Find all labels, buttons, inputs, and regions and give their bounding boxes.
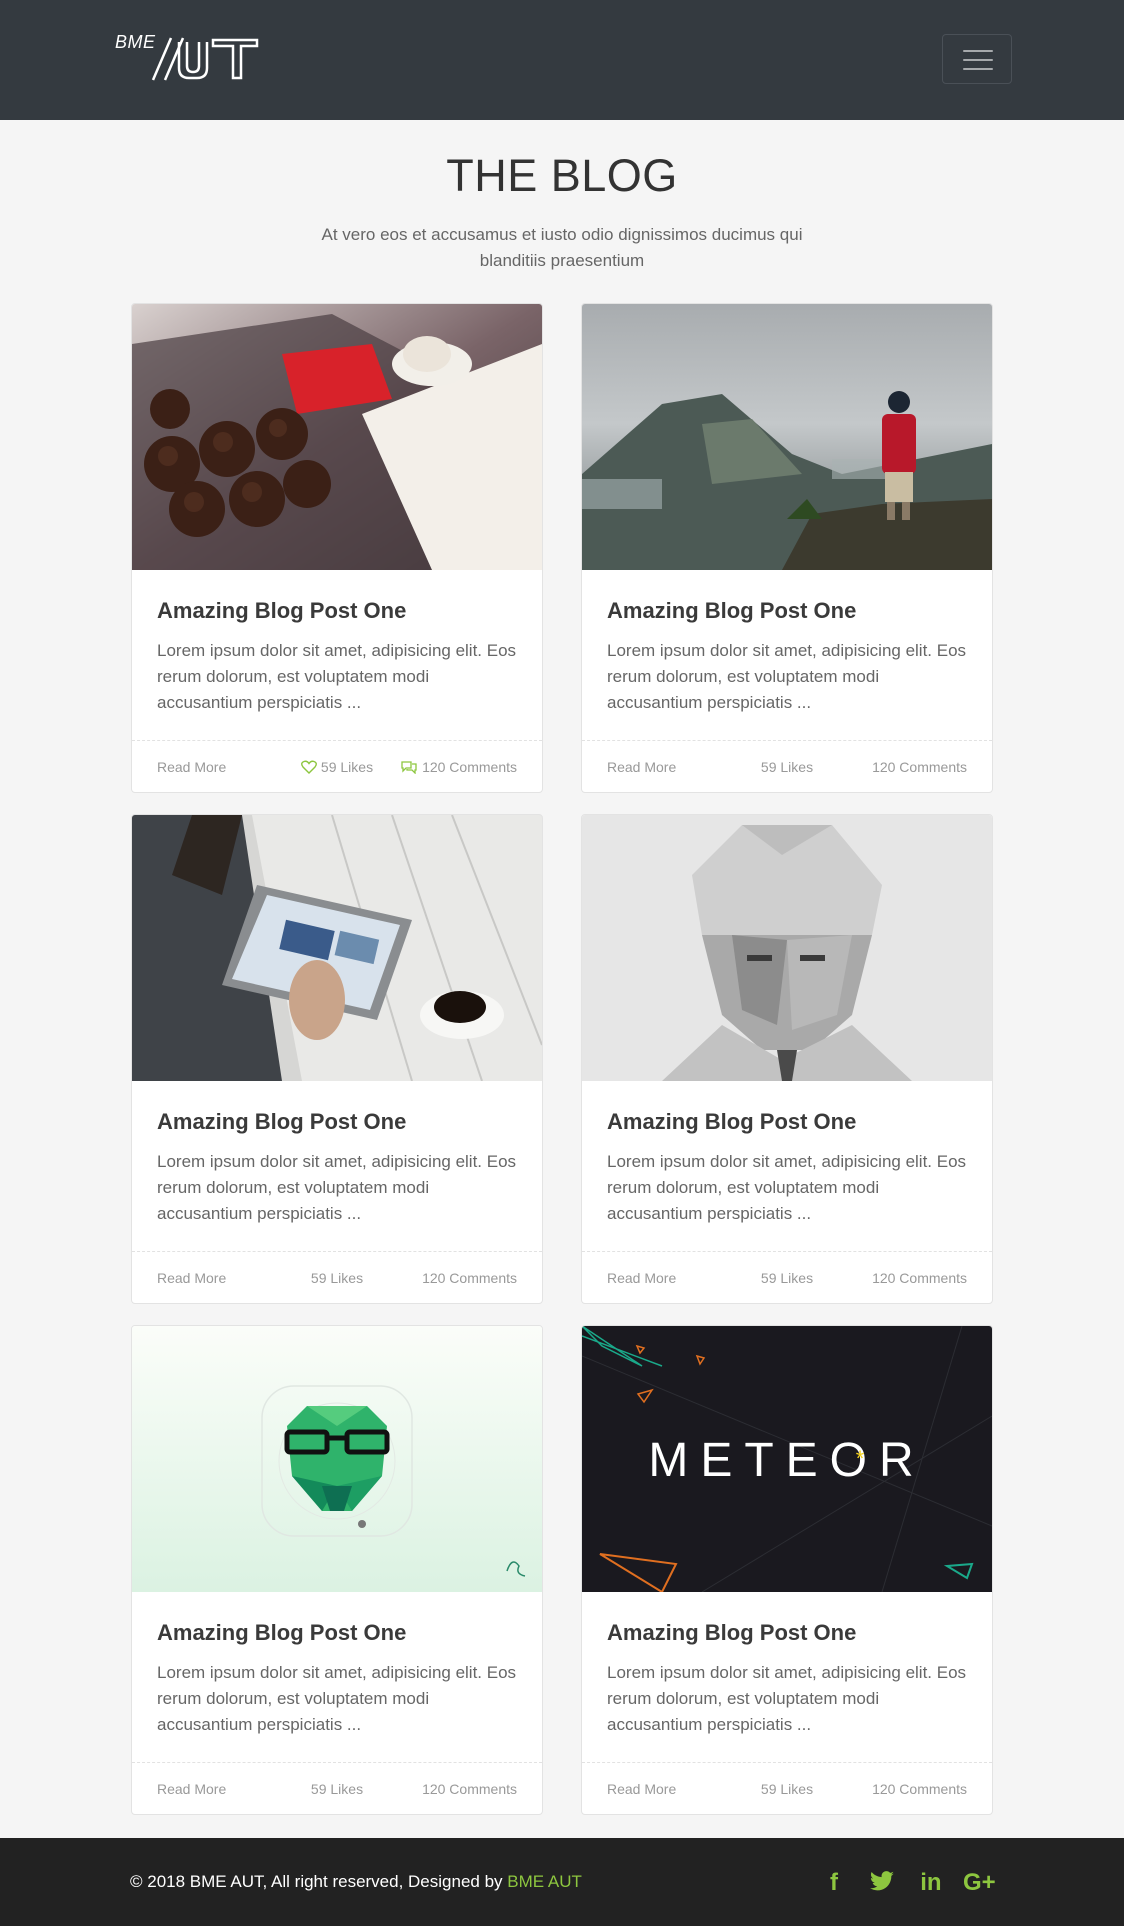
comments-count[interactable]: 120 Comments [872,1781,967,1797]
copyright: © 2018 BME AUT, All right reserved, Desi… [130,1872,582,1892]
heart-icon [300,760,317,774]
blog-card: Amazing Blog Post One Lorem ipsum dolor … [131,303,543,793]
brand-link[interactable]: BME AUT [507,1872,582,1891]
card-footer: Read More 59 Likes 120 Comments [582,740,992,792]
card-title[interactable]: Amazing Blog Post One [607,598,856,624]
comments-icon [401,761,417,774]
comments-count[interactable]: 120 Comments [422,1270,517,1286]
hamburger-icon-line [963,68,993,70]
card-text: Lorem ipsum dolor sit amet, adipisicing … [607,1663,967,1734]
card-title[interactable]: Amazing Blog Post One [157,1620,406,1646]
aut-logo-icon [151,37,259,81]
twitter-icon[interactable] [860,1868,904,1898]
card-title[interactable]: Amazing Blog Post One [157,1109,406,1135]
blog-card: Amazing Blog Post One Lorem ipsum dolor … [131,1325,543,1815]
card-image-bear [132,1326,542,1592]
card-text: Lorem ipsum dolor sit amet, adipisicing … [157,641,517,712]
blog-card: METEOR * Amazing Blog Post One Lorem ips… [581,1325,993,1815]
page-subtitle: At vero eos et accusamus et iusto odio d… [321,225,803,270]
social-links: f in G+ [812,1868,1001,1898]
card-text: Lorem ipsum dolor sit amet, adipisicing … [157,1663,517,1734]
facebook-icon[interactable]: f [812,1868,856,1898]
card-footer: Read More 59 Likes 120 Comments [582,1762,992,1814]
hamburger-icon [963,50,993,52]
comments-count[interactable]: 120 Comments [872,1270,967,1286]
card-footer: Read More 59 Likes 120 Comments [582,1251,992,1303]
card-text: Lorem ipsum dolor sit amet, adipisicing … [607,641,967,712]
site-footer: © 2018 BME AUT, All right reserved, Desi… [0,1838,1124,1926]
blog-card: Amazing Blog Post One Lorem ipsum dolor … [581,814,993,1304]
comments-count[interactable]: 120 Comments [422,1781,517,1797]
hamburger-icon-line [963,59,993,61]
card-image-meteor: METEOR * [582,1326,992,1592]
comments-count[interactable]: 120 Comments [872,759,967,775]
navbar-toggler-button[interactable] [942,34,1012,84]
card-image-portrait [582,815,992,1081]
card-footer: Read More 59 Likes 120 Comments [132,1251,542,1303]
linkedin-icon[interactable]: in [909,1868,953,1898]
card-footer: Read More 59 Likes 120 Comments [132,740,542,792]
card-image-muffins [132,304,542,570]
card-text: Lorem ipsum dolor sit amet, adipisicing … [607,1152,967,1223]
star-icon: * [856,1446,865,1471]
page-title: THE BLOG [446,150,678,201]
copyright-text: © 2018 BME AUT, All right reserved, Desi… [130,1872,508,1891]
comments-count[interactable]: 120 Comments [400,759,517,775]
logo-small-text: BME [115,32,156,52]
card-title[interactable]: Amazing Blog Post One [607,1620,856,1646]
likes-label: 59 Likes [320,759,374,775]
card-image-tablet [132,815,542,1081]
card-title[interactable]: Amazing Blog Post One [607,1109,856,1135]
card-image-hiker [582,304,992,570]
blog-card: Amazing Blog Post One Lorem ipsum dolor … [131,814,543,1304]
card-title[interactable]: Amazing Blog Post One [157,598,406,624]
card-text: Lorem ipsum dolor sit amet, adipisicing … [157,1152,517,1223]
blog-card: Amazing Blog Post One Lorem ipsum dolor … [581,303,993,793]
google-plus-icon[interactable]: G+ [957,1868,1001,1898]
comments-label: 120 Comments [422,759,517,775]
navbar: BME [0,0,1124,120]
twitter-bird-icon [870,1871,895,1891]
card-footer: Read More 59 Likes 120 Comments [132,1762,542,1814]
meteor-logo-text: METEOR [648,1434,925,1487]
brand-logo[interactable]: BME [115,30,259,82]
